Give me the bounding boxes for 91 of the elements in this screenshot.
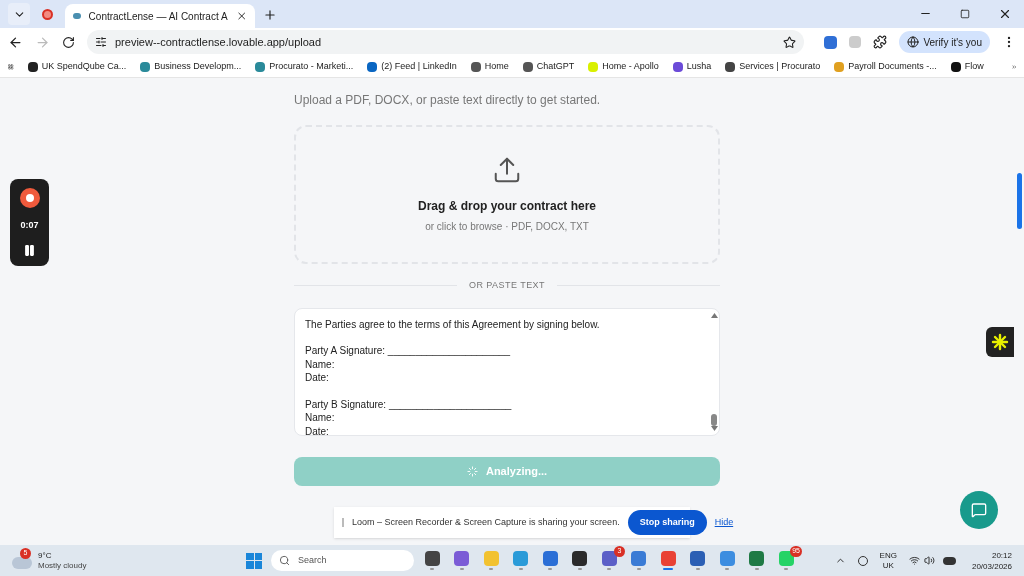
url-text: preview--contractlense.lovable.app/upload xyxy=(115,34,323,50)
stop-sharing-button[interactable]: Stop sharing xyxy=(627,510,707,535)
region-label: UK xyxy=(882,560,894,571)
taskbar-app-icon[interactable] xyxy=(690,551,705,566)
share-message: Loom – Screen Recorder & Screen Capture is sharing your screen. xyxy=(352,515,620,529)
recording-time: 0:07 xyxy=(20,219,39,233)
clock-time: 20:12 xyxy=(991,549,1012,561)
tab-list-button[interactable] xyxy=(8,3,30,25)
battery-icon[interactable] xyxy=(942,556,956,565)
bookmark-icon xyxy=(522,61,533,72)
bookmark-icon xyxy=(470,61,481,72)
bookmark-item[interactable]: Payroll Documents -... xyxy=(834,59,937,74)
bookmark-label: Flow xyxy=(964,59,984,73)
bookmark-icon xyxy=(588,61,599,72)
taskbar-app-icon[interactable] xyxy=(542,551,558,566)
weather-temperature: 9°C xyxy=(38,550,53,561)
wifi-icon[interactable] xyxy=(908,555,920,566)
profile-icon xyxy=(907,36,920,48)
bookmark-item[interactable]: Home - Apollo xyxy=(588,59,659,74)
bookmark-item[interactable]: Services | Procurato xyxy=(725,59,821,74)
new-tab-icon[interactable] xyxy=(263,8,277,22)
bookmark-icon xyxy=(367,61,378,72)
dropzone-hint: or click to browse · PDF, DOCX, TXT xyxy=(425,220,589,234)
chat-button[interactable] xyxy=(960,491,998,529)
record-icon xyxy=(42,9,53,20)
restore-icon[interactable] xyxy=(960,9,970,19)
search-icon xyxy=(279,555,290,566)
bookmark-label: Services | Procurato xyxy=(739,59,821,73)
extensions-icon[interactable] xyxy=(873,35,888,49)
extension-icon[interactable] xyxy=(824,35,838,49)
drag-handle-icon[interactable] xyxy=(342,518,344,527)
more-bookmarks-icon[interactable] xyxy=(1011,62,1016,71)
bookmark-label: UK SpendQube Ca... xyxy=(41,59,127,73)
search-placeholder: Search xyxy=(298,553,327,567)
bookmark-item[interactable]: Lusha xyxy=(672,59,712,74)
chat-icon xyxy=(971,502,987,518)
bookmark-item[interactable]: Flow xyxy=(950,59,984,74)
back-icon[interactable] xyxy=(8,34,23,50)
bookmark-item[interactable]: ChatGPT xyxy=(522,59,575,74)
page-icon xyxy=(73,13,81,19)
bookmark-item[interactable]: Home xyxy=(470,59,509,74)
bookmark-label: (2) Feed | LinkedIn xyxy=(381,59,457,73)
taskbar-app-icon[interactable] xyxy=(601,551,617,566)
page-scrollbar-thumb[interactable] xyxy=(1016,173,1022,229)
bookmark-label: Home - Apollo xyxy=(602,59,659,73)
taskbar-app-icon[interactable] xyxy=(572,551,587,566)
volume-icon[interactable] xyxy=(923,555,935,566)
bookmark-label: Business Developm... xyxy=(154,59,242,73)
upload-dropzone[interactable]: Drag & drop your contract here or click to browse · PDF, DOCX, TXT xyxy=(294,125,720,264)
upload-icon xyxy=(492,155,522,185)
close-window-icon[interactable] xyxy=(998,7,1012,21)
bookmark-icon xyxy=(140,61,151,72)
bookmark-label: ChatGPT xyxy=(536,59,575,73)
clock-date: 20/03/2026 xyxy=(971,560,1012,572)
weather-icon xyxy=(12,556,32,569)
start-icon[interactable] xyxy=(246,552,262,569)
pause-icon[interactable] xyxy=(23,243,36,257)
bookmark-item[interactable]: (2) Feed | LinkedIn xyxy=(367,59,457,74)
spinner-icon xyxy=(466,465,478,477)
bookmark-star-icon[interactable] xyxy=(783,35,797,49)
bookmark-icon xyxy=(725,61,736,72)
page-subtitle: Upload a PDF, DOCX, or paste text directly to get started. xyxy=(294,92,602,109)
hide-link[interactable]: Hide xyxy=(714,515,734,530)
dropzone-title: Drag & drop your contract here xyxy=(418,198,596,215)
address-bar[interactable]: preview--contractlense.lovable.app/upload xyxy=(87,30,805,54)
bookmark-item[interactable]: Business Developm... xyxy=(140,59,242,74)
bookmark-icon xyxy=(255,61,266,72)
bookmark-item[interactable]: Procurato - Marketi... xyxy=(255,59,354,74)
stop-record-icon[interactable] xyxy=(19,188,40,209)
close-icon[interactable] xyxy=(235,10,247,22)
taskbar-search-field[interactable]: Search xyxy=(271,550,414,571)
side-widget-icon[interactable] xyxy=(986,327,1014,357)
reload-icon[interactable] xyxy=(62,35,75,49)
divider-label: OR PASTE TEXT xyxy=(469,279,545,292)
bookmark-icon xyxy=(950,61,961,72)
bookmark-icon xyxy=(834,61,845,72)
bookmark-icon xyxy=(27,61,38,72)
bookmark-label: Payroll Documents -... xyxy=(848,59,937,73)
bookmark-label: Lusha xyxy=(686,59,712,73)
site-settings-icon[interactable] xyxy=(95,36,107,48)
weather-condition: Mostly cloudy xyxy=(38,560,87,571)
browser-tab[interactable]: ContractLense — AI Contract A xyxy=(65,4,255,28)
bookmark-label: Procurato - Marketi... xyxy=(269,59,354,73)
bookmark-item[interactable]: UK SpendQube Ca... xyxy=(27,59,127,74)
taskbar-app-icon[interactable] xyxy=(778,551,794,566)
language-label: ENG xyxy=(879,550,897,561)
bookmark-icon xyxy=(672,61,683,72)
taskbar-app-icon[interactable] xyxy=(424,551,440,566)
bookmark-label: Home xyxy=(484,59,509,73)
verify-button[interactable]: Verify it's you xyxy=(899,31,990,53)
tab-title: ContractLense — AI Contract A xyxy=(88,9,228,24)
